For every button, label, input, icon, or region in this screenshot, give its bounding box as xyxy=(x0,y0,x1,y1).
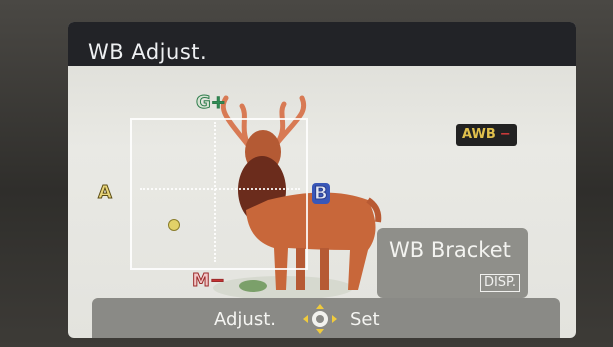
set-label: Set xyxy=(350,309,380,330)
grid-vertical-guide xyxy=(214,122,216,262)
grid-horizontal-guide xyxy=(140,188,300,190)
screen-title: WB Adjust. xyxy=(88,40,208,64)
wb-bracket-label: WB Bracket xyxy=(389,238,511,262)
awb-mode-badge: AWB − xyxy=(456,124,517,146)
title-bar: WB Adjust. xyxy=(68,22,576,66)
footer-bar: Adjust. Set xyxy=(92,298,560,338)
wb-adjust-grid[interactable] xyxy=(130,118,308,270)
axis-label-magenta: M− xyxy=(192,270,226,292)
axis-label-amber: A xyxy=(98,182,113,204)
disp-key-icon: DISP. xyxy=(479,274,520,292)
axis-label-green: G+ xyxy=(196,92,227,114)
wb-bracket-button[interactable]: WB Bracket DISP. xyxy=(377,228,528,298)
dpad-arrows-icon xyxy=(303,304,337,334)
wb-adjust-cursor[interactable] xyxy=(168,219,180,231)
axis-label-blue: B xyxy=(312,183,330,205)
camera-lcd-screen: WB Adjust. G+ A B M− AWB − WB Bracket DIS… xyxy=(68,22,576,338)
adjust-label: Adjust. xyxy=(214,309,276,330)
